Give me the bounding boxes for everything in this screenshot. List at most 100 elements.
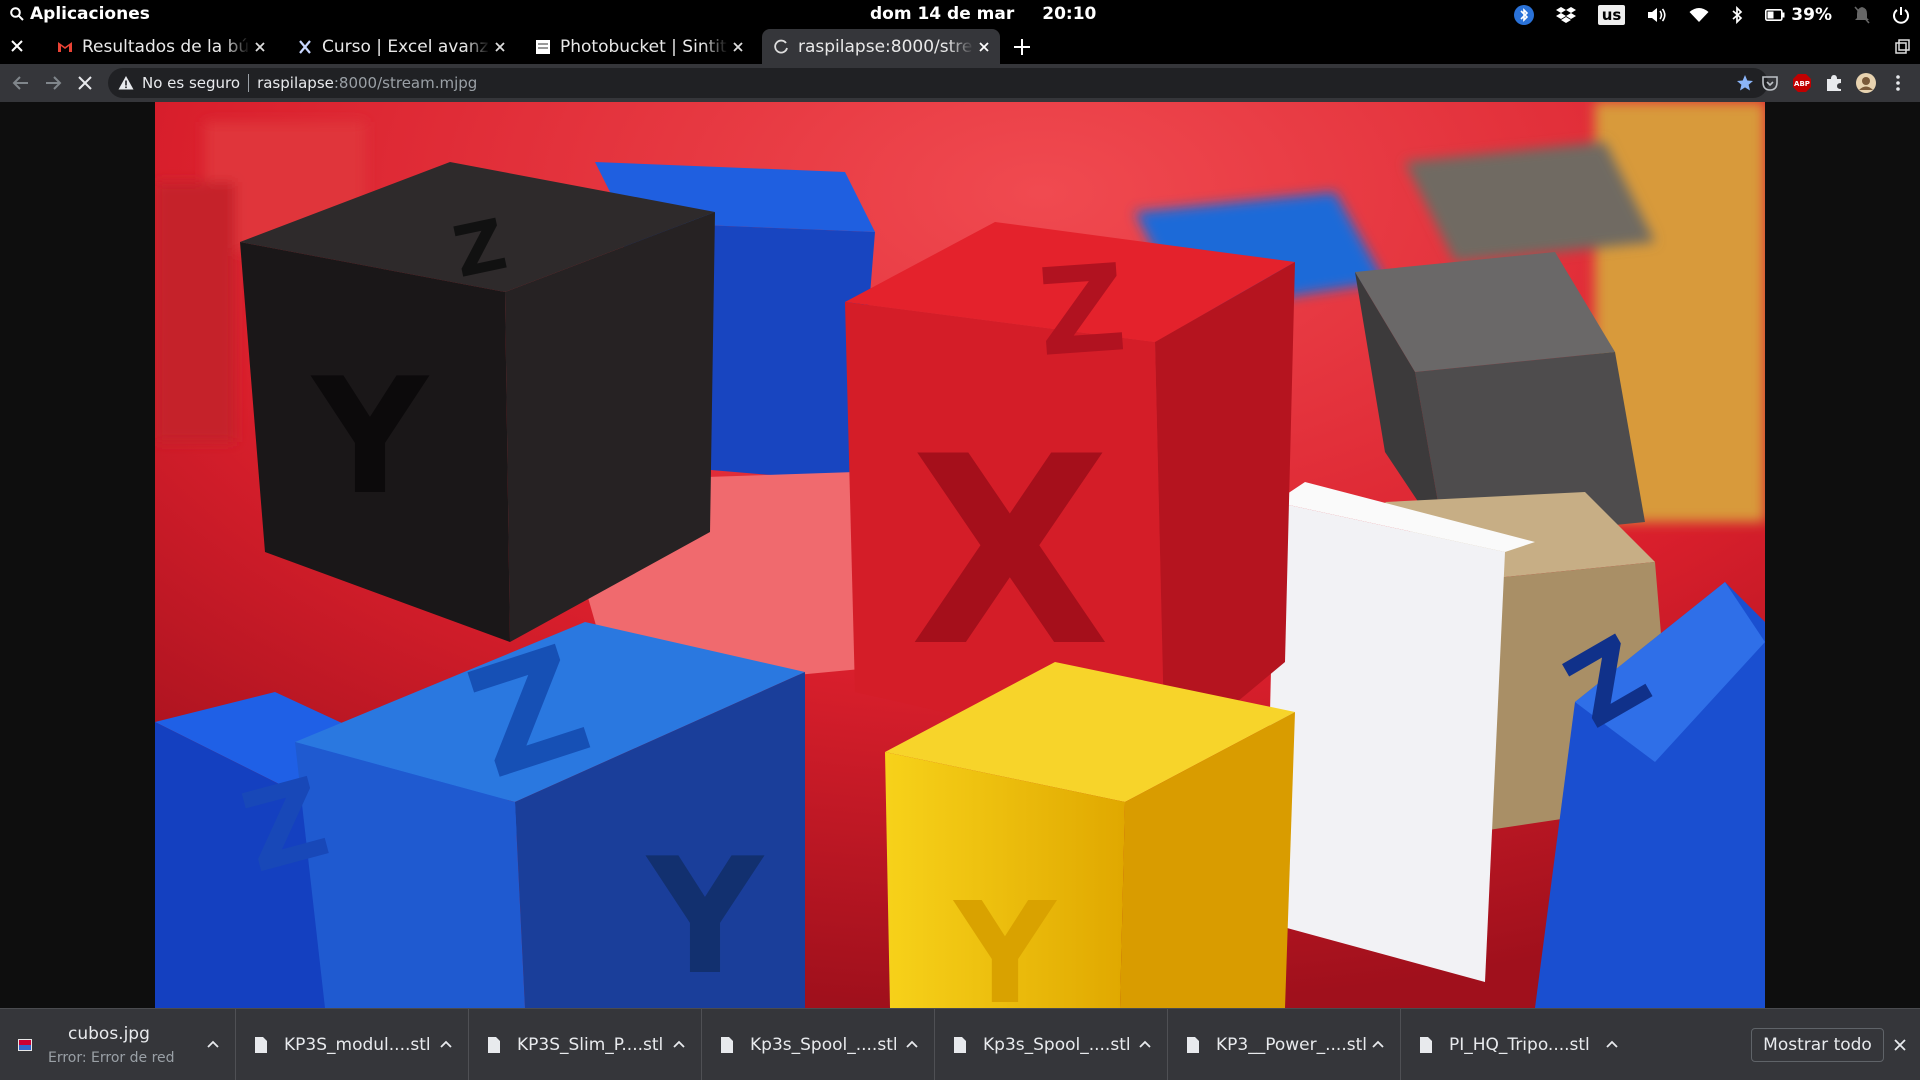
adblock-plus-icon[interactable]: ABP — [1792, 73, 1812, 93]
download-item[interactable]: Kp3s_Spool_....stl — [935, 1009, 1168, 1080]
download-item[interactable]: KP3__Power_....stl — [1168, 1009, 1401, 1080]
battery-icon — [1765, 8, 1785, 21]
tab-search-icon[interactable] — [1894, 39, 1910, 55]
cube-letter: Y — [952, 873, 1057, 1008]
download-filename: KP3__Power_....stl — [1216, 1035, 1367, 1055]
loading-spinner-icon — [772, 38, 790, 56]
download-shelf: cubos.jpg Error: Error de red KP3S_modul… — [0, 1008, 1920, 1080]
download-filename: cubos.jpg — [68, 1024, 150, 1044]
security-label[interactable]: No es seguro — [142, 74, 240, 92]
tab-strip: Resultados de la búsqueda Curso | Excel … — [0, 29, 1920, 64]
cube-letter: X — [910, 402, 1110, 704]
calibration-cubes-photo: Z Y Z X Z Y Z Y Z — [155, 102, 1765, 1008]
pocket-icon[interactable] — [1760, 73, 1780, 93]
download-item[interactable]: Kp3s_Spool_....stl — [702, 1009, 935, 1080]
tab-title: Photobucket | Sintitulo — [560, 36, 728, 57]
url-path: :8000/stream.mjpg — [333, 74, 478, 92]
download-status: Error: Error de red — [48, 1050, 175, 1066]
file-icon — [1420, 1037, 1432, 1053]
download-filename: KP3S_Slim_P....stl — [517, 1035, 664, 1055]
cube-letter: Y — [645, 823, 765, 1008]
browser-toolbar: No es seguro raspilapse:8000/stream.mjpg… — [0, 64, 1920, 102]
file-icon — [255, 1037, 267, 1053]
svg-text:ABP: ABP — [1794, 80, 1810, 88]
download-item[interactable]: KP3S_Slim_P....stl — [469, 1009, 702, 1080]
notifications-indicator[interactable] — [1854, 5, 1870, 24]
more-menu-icon[interactable] — [1888, 73, 1908, 93]
profile-avatar[interactable] — [1856, 73, 1876, 93]
time-label: 20:10 — [1042, 4, 1097, 24]
stream-image: Z Y Z X Z Y Z Y Z — [155, 102, 1765, 1008]
page-content: Z Y Z X Z Y Z Y Z — [0, 102, 1920, 1008]
power-menu[interactable] — [1892, 6, 1910, 24]
image-file-icon — [18, 1039, 32, 1051]
chevron-up-icon[interactable] — [671, 1037, 687, 1053]
file-icon — [1187, 1037, 1199, 1053]
bell-muted-icon — [1854, 5, 1870, 24]
volume-indicator[interactable] — [1647, 6, 1667, 24]
download-item[interactable]: PI_HQ_Tripo....stl — [1401, 1009, 1634, 1080]
close-icon — [733, 41, 743, 52]
tab-title: raspilapse:8000/stream.mjpg — [798, 36, 974, 57]
chevron-up-icon[interactable] — [1137, 1037, 1153, 1053]
extensions-puzzle-icon[interactable] — [1824, 73, 1844, 93]
bluetooth-indicator[interactable] — [1513, 4, 1534, 25]
tab-photobucket[interactable]: Photobucket | Sintitulo — [524, 29, 754, 64]
chevron-up-icon[interactable] — [438, 1037, 454, 1053]
battery-percent: 39% — [1791, 4, 1832, 25]
power-icon — [1893, 6, 1909, 24]
battery-indicator[interactable]: 39% — [1765, 5, 1832, 25]
search-icon — [10, 7, 24, 21]
close-icon — [979, 41, 989, 52]
warning-triangle-icon — [118, 76, 134, 90]
download-filename: PI_HQ_Tripo....stl — [1449, 1035, 1590, 1055]
tab-curso-excel[interactable]: Curso | Excel avanzado — [286, 29, 516, 64]
cube-letter: Z — [1034, 239, 1130, 384]
new-tab-icon[interactable] — [1010, 35, 1034, 59]
file-icon — [721, 1037, 733, 1053]
tab-close-button[interactable] — [250, 37, 270, 57]
bookmark-star-icon[interactable] — [1736, 74, 1754, 92]
chevron-up-icon[interactable] — [904, 1037, 920, 1053]
clock[interactable]: dom 14 de mar 20:10 — [870, 4, 1096, 24]
file-icon — [488, 1037, 500, 1053]
tab-raspilapse-stream[interactable]: raspilapse:8000/stream.mjpg — [762, 29, 1000, 64]
close-window-icon[interactable] — [8, 37, 26, 55]
back-arrow-icon[interactable] — [10, 72, 32, 94]
keyboard-layout-label: us — [1597, 4, 1626, 25]
xyz-icon — [296, 38, 314, 56]
show-all-button[interactable]: Mostrar todo — [1751, 1028, 1884, 1062]
tab-gmail[interactable]: Resultados de la búsqueda — [46, 29, 276, 64]
gmail-icon — [56, 38, 74, 56]
bluetooth-icon — [1732, 5, 1743, 24]
activities-label: Aplicaciones — [30, 4, 150, 24]
chevron-up-icon[interactable] — [205, 1037, 221, 1053]
wifi-icon — [1689, 7, 1709, 22]
chevron-up-icon[interactable] — [1370, 1037, 1386, 1053]
tab-title: Resultados de la búsqueda — [82, 36, 250, 57]
dropbox-indicator[interactable] — [1555, 6, 1576, 24]
bluetooth-circle-icon — [1513, 4, 1534, 25]
wifi-indicator[interactable] — [1689, 7, 1709, 23]
download-filename: Kp3s_Spool_....stl — [983, 1035, 1131, 1055]
download-filename: KP3S_modul....stl — [284, 1035, 431, 1055]
activities-button[interactable]: Aplicaciones — [10, 4, 150, 24]
address-bar[interactable]: No es seguro raspilapse:8000/stream.mjpg — [108, 68, 1768, 98]
system-top-bar: Aplicaciones dom 14 de mar 20:10 us 39% — [0, 0, 1920, 29]
tab-close-button[interactable] — [490, 37, 510, 57]
download-item[interactable]: KP3S_modul....stl — [236, 1009, 469, 1080]
close-icon — [495, 41, 505, 52]
close-icon[interactable] — [1892, 1037, 1908, 1053]
download-item[interactable]: cubos.jpg Error: Error de red — [0, 1009, 236, 1080]
keyboard-layout-indicator[interactable]: us — [1597, 4, 1626, 25]
tab-title: Curso | Excel avanzado — [322, 36, 490, 57]
date-label: dom 14 de mar — [870, 4, 1015, 24]
volume-icon — [1648, 7, 1666, 22]
chevron-up-icon[interactable] — [1604, 1037, 1620, 1053]
stop-loading-icon[interactable] — [74, 72, 96, 94]
forward-arrow-icon[interactable] — [42, 72, 64, 94]
cube-letter: Y — [310, 343, 430, 530]
tab-close-button[interactable] — [974, 37, 994, 57]
tab-close-button[interactable] — [728, 37, 748, 57]
bluetooth-status[interactable] — [1731, 5, 1743, 24]
